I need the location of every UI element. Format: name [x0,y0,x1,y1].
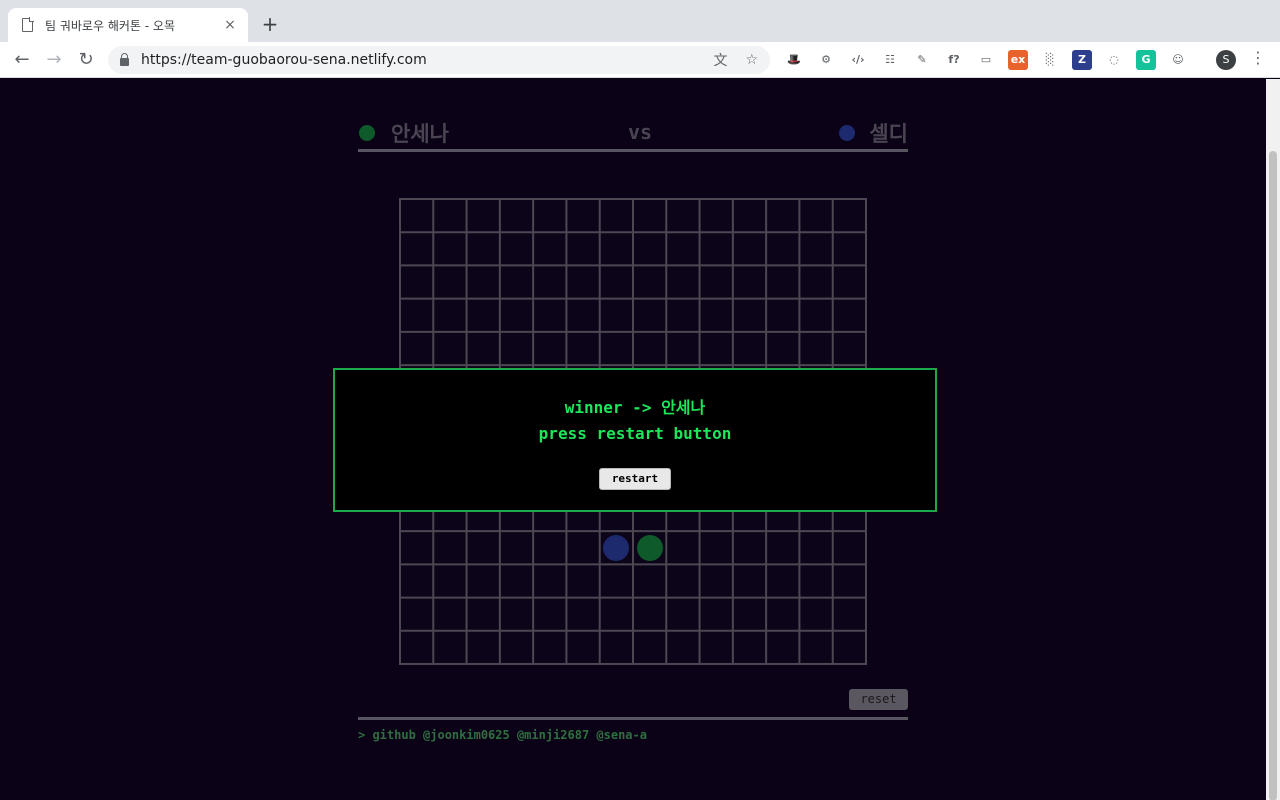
player2-label: 셀디 [839,118,908,148]
player2-stone-icon [839,125,856,141]
footer-credits: > github @joonkim0625 @minji2687 @sena-a [358,728,647,742]
extension-icons: 🎩 ⚙ ‹/› ☷ ✎ f? ▭ ex ░ Z ◌ G ☺ [784,50,1200,70]
gear-extension-icon[interactable]: ⚙ [816,50,836,70]
winner-text: winner -> 안세나 [564,398,706,417]
grammarly-extension-icon[interactable]: G [1136,50,1156,70]
grid-extension-icon[interactable]: ░ [1040,50,1060,70]
reset-button[interactable]: reset [849,689,908,710]
browser-toolbar: ← → ↻ https://team-guobaorou-sena.netlif… [0,42,1280,78]
restart-hint-text: press restart button [538,424,732,443]
reload-icon[interactable]: ↻ [74,48,98,72]
board-stone [636,534,663,561]
new-tab-button[interactable]: + [258,12,282,36]
lock-icon [120,53,129,66]
close-tab-icon[interactable]: × [222,17,238,33]
game-page: 안세나 vs 셀디 winner -> 안세나 press restart bu… [0,79,1266,800]
player-header: 안세나 vs 셀디 [358,114,908,152]
translate-icon[interactable]: 文 [713,50,727,70]
cast-extension-icon[interactable]: ▭ [976,50,996,70]
tab-title: 팀 궈바로우 해커톤 - 오목 [45,18,175,33]
eyedropper-extension-icon[interactable]: ✎ [912,50,932,70]
ladder-extension-icon[interactable]: ☷ [880,50,900,70]
url-text[interactable]: https://team-guobaorou-sena.netlify.com [141,52,695,68]
player1-stone-icon [359,125,375,141]
forward-arrow-icon[interactable]: → [42,48,66,72]
footer-divider [358,717,908,720]
winner-modal: winner -> 안세나 press restart button resta… [333,368,937,512]
board-stone [603,534,630,561]
restart-button[interactable]: restart [599,468,671,490]
bookmark-star-icon[interactable]: ☆ [745,52,758,68]
browser-tab[interactable]: 팀 궈바로우 해커톤 - 오목 × [8,8,248,42]
browser-tab-strip: 팀 궈바로우 해커톤 - 오목 × + [0,0,1280,42]
player2-name: 셀디 [869,122,908,146]
z-extension-icon[interactable]: Z [1072,50,1092,70]
menu-kebab-icon[interactable]: ⋮ [1250,48,1266,67]
scrollbar-thumb[interactable] [1269,151,1277,800]
ex-extension-icon[interactable]: ex [1008,50,1028,70]
code-extension-icon[interactable]: ‹/› [848,50,868,70]
discord-extension-icon[interactable]: ☺ [1168,50,1188,70]
address-bar[interactable]: https://team-guobaorou-sena.netlify.com … [108,46,770,74]
back-arrow-icon[interactable]: ← [10,48,34,72]
page-scrollbar[interactable] [1266,79,1280,800]
player1-name: 안세나 [391,122,449,146]
vs-label: vs [628,120,653,144]
player1-label: 안세나 [359,118,449,148]
profile-avatar[interactable]: S [1216,50,1236,70]
spinner-extension-icon[interactable]: ◌ [1104,50,1124,70]
detective-extension-icon[interactable]: 🎩 [784,50,804,70]
font-extension-icon[interactable]: f? [944,50,964,70]
document-icon [22,17,34,32]
